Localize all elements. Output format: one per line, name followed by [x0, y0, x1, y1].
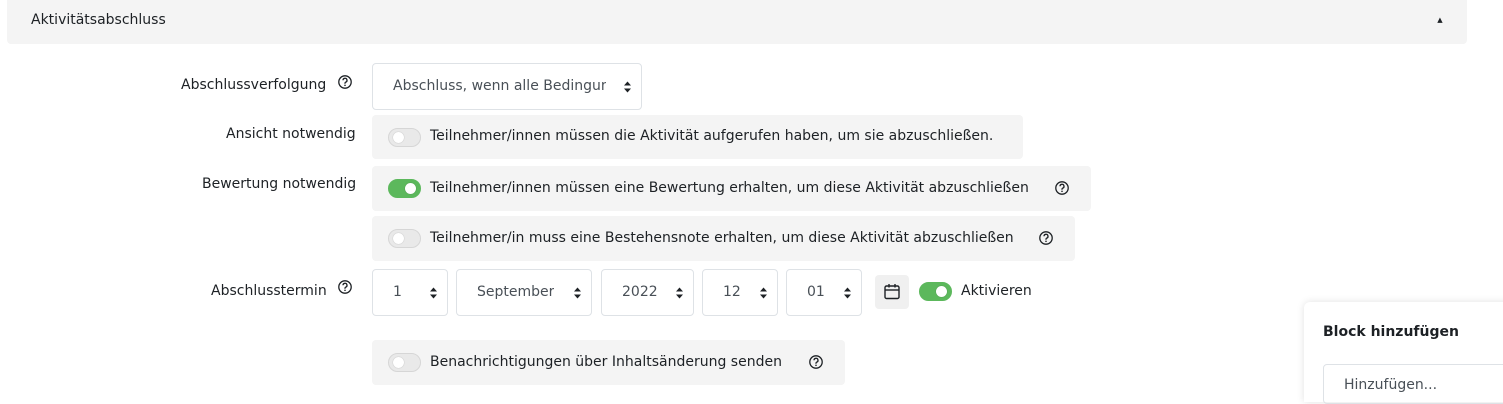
- help-icon[interactable]: [337, 74, 353, 90]
- completion-tracking-value: Abschluss, wenn alle Bedingungen erfüllt…: [393, 78, 606, 94]
- section-header[interactable]: Aktivitätsabschluss ▲: [7, 0, 1467, 44]
- help-icon[interactable]: [1038, 230, 1054, 246]
- help-icon[interactable]: [1054, 180, 1070, 196]
- completion-tracking-select[interactable]: Abschluss, wenn alle Bedingungen erfüllt…: [372, 63, 642, 110]
- month-value: September: [477, 284, 555, 300]
- help-icon[interactable]: [808, 354, 824, 370]
- notify-text: Benachrichtigungen über Inhaltsänderung …: [430, 354, 782, 370]
- select-arrows-icon: [760, 287, 767, 299]
- hour-value: 12: [723, 284, 741, 300]
- pass-grade-toggle[interactable]: [388, 229, 421, 248]
- pass-grade-text: Teilnehmer/in muss eine Bestehensnote er…: [430, 230, 1014, 246]
- collapse-icon[interactable]: ▲: [1435, 15, 1445, 25]
- add-block-select-value: Hinzufügen...: [1344, 377, 1438, 393]
- select-arrows-icon: [430, 287, 437, 299]
- completion-date-enable-label: Aktivieren: [961, 283, 1032, 299]
- minute-value: 01: [807, 284, 825, 300]
- year-select[interactable]: 2022: [601, 269, 694, 316]
- calendar-icon: [884, 284, 900, 300]
- select-arrows-icon: [574, 287, 581, 299]
- pass-grade-row: Teilnehmer/in muss eine Bestehensnote er…: [372, 216, 1075, 261]
- completion-date-enable-toggle[interactable]: [919, 282, 952, 301]
- add-block-title: Block hinzufügen: [1323, 324, 1459, 340]
- section-title: Aktivitätsabschluss: [31, 12, 166, 28]
- completion-tracking-label: Abschlussverfolgung: [181, 77, 327, 93]
- grade-required-toggle[interactable]: [388, 179, 421, 198]
- grade-required-label: Bewertung notwendig: [202, 176, 357, 192]
- add-block-select[interactable]: Hinzufügen...: [1323, 364, 1503, 404]
- year-value: 2022: [622, 284, 658, 300]
- day-select[interactable]: 1: [372, 269, 448, 316]
- add-block-panel: Block hinzufügen Hinzufügen...: [1304, 302, 1503, 404]
- notify-toggle[interactable]: [388, 353, 421, 372]
- view-required-label: Ansicht notwendig: [226, 126, 356, 142]
- calendar-button[interactable]: [875, 275, 909, 309]
- notify-row: Benachrichtigungen über Inhaltsänderung …: [372, 340, 845, 385]
- select-arrows-icon: [676, 287, 683, 299]
- day-value: 1: [393, 284, 402, 300]
- grade-required-row: Teilnehmer/innen müssen eine Bewertung e…: [372, 166, 1091, 211]
- month-select[interactable]: September: [456, 269, 592, 316]
- grade-required-text: Teilnehmer/innen müssen eine Bewertung e…: [430, 180, 1029, 196]
- hour-select[interactable]: 12: [702, 269, 778, 316]
- view-required-toggle[interactable]: [388, 128, 421, 147]
- help-icon[interactable]: [337, 279, 353, 295]
- completion-date-label: Abschlusstermin: [211, 283, 327, 299]
- minute-select[interactable]: 01: [786, 269, 862, 316]
- select-arrows-icon: [844, 287, 851, 299]
- view-required-text: Teilnehmer/innen müssen die Aktivität au…: [430, 128, 994, 144]
- view-required-row: Teilnehmer/innen müssen die Aktivität au…: [372, 115, 1023, 159]
- select-arrows-icon: [624, 81, 631, 93]
